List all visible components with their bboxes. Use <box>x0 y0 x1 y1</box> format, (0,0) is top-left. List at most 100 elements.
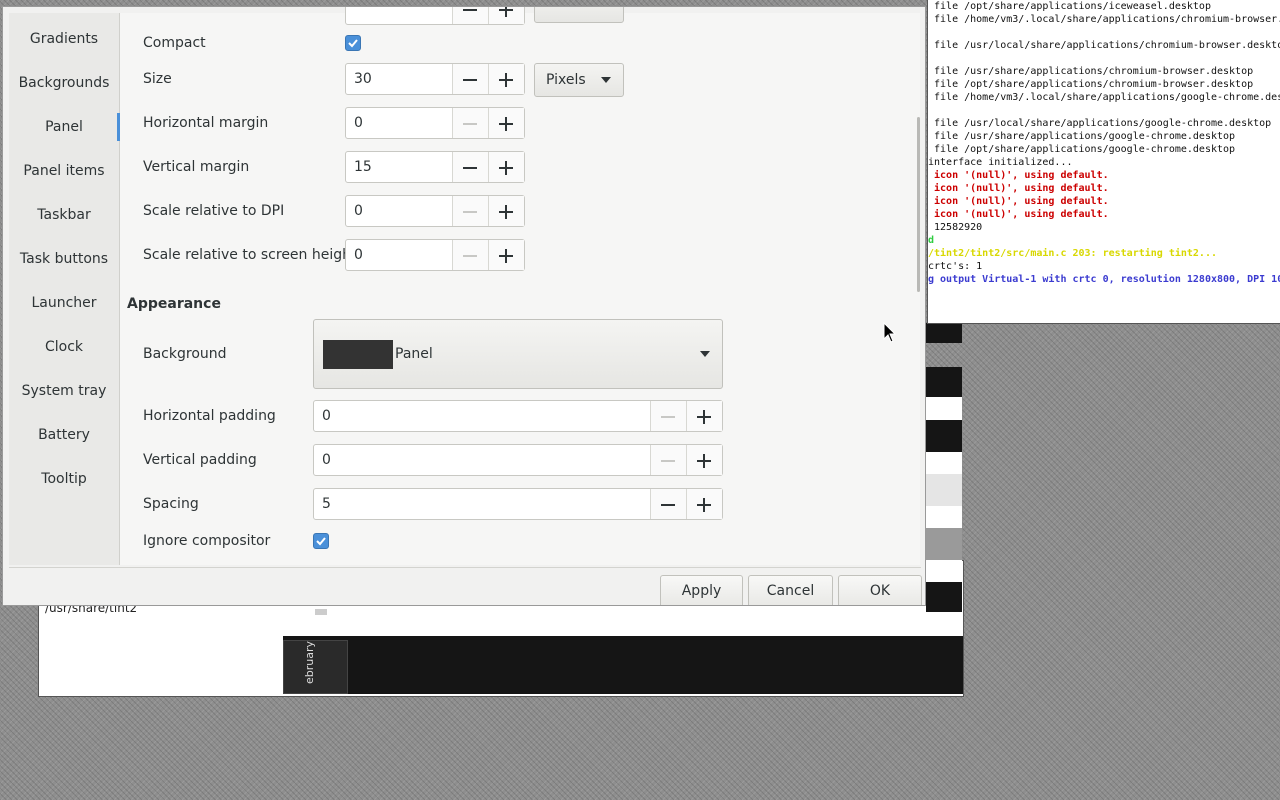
vertical-padding-spin-field[interactable]: 0 <box>313 444 723 476</box>
terminal-line: crtc's: 1 <box>928 261 983 272</box>
scale-dpi-decrement-button[interactable] <box>452 196 488 226</box>
size-decrement-button[interactable] <box>452 64 488 94</box>
settings-sidebar: Gradients Backgrounds Panel Panel items Task… <box>9 13 120 565</box>
sidebar-item-task-buttons[interactable]: Task buttons <box>9 237 119 281</box>
horizontal-padding-decrement-button[interactable] <box>650 401 686 431</box>
scale-dpi-label: Scale relative to DPI <box>143 203 285 219</box>
terminal-line: icon '(null)', using default. <box>928 183 1109 194</box>
vertical-padding-increment-button[interactable] <box>686 445 722 475</box>
horizontal-margin-spin-field[interactable]: 0 <box>345 107 525 139</box>
spacing-value[interactable]: 5 <box>314 489 650 519</box>
sidebar-item-system-tray[interactable]: System tray <box>9 369 119 413</box>
vertical-margin-spin-field[interactable]: 15 <box>345 151 525 183</box>
sidebar-item-clock[interactable]: Clock <box>9 325 119 369</box>
scale-dpi-increment-button[interactable] <box>488 196 524 226</box>
chevron-down-icon <box>700 351 710 357</box>
settings-content <box>120 13 920 565</box>
background-stripe <box>926 452 962 474</box>
vertical-padding-value[interactable]: 0 <box>314 445 650 475</box>
size-unit-value: Pixels <box>546 72 586 88</box>
terminal-line: g output Virtual-1 with crtc 0, resoluti… <box>928 274 1280 285</box>
background-label: Background <box>143 346 227 362</box>
sidebar-item-tooltip[interactable]: Tooltip <box>9 457 119 501</box>
background-stripe <box>926 367 962 397</box>
ignore-compositor-label: Ignore compositor <box>143 533 271 549</box>
terminal-line: file /usr/share/applications/google-chro… <box>928 131 1236 142</box>
size-unit-dropdown[interactable]: Pixels <box>534 63 624 97</box>
terminal-line: file /opt/share/applications/iceweasel.d… <box>928 1 1211 12</box>
background-stripe <box>926 474 962 506</box>
scale-screen-value[interactable]: 0 <box>346 240 452 270</box>
terminal-line: file /home/vm3/.local/share/applications… <box>928 92 1280 103</box>
appearance-section-title: Appearance <box>127 296 221 312</box>
sidebar-item-backgrounds[interactable]: Backgrounds <box>9 61 119 105</box>
size-label: Size <box>143 71 172 87</box>
sidebar-item-battery[interactable]: Battery <box>9 413 119 457</box>
panel-preview: ebruary <box>283 636 963 694</box>
terminal-line: icon '(null)', using default. <box>928 170 1109 181</box>
background-dropdown[interactable]: Panel <box>313 319 723 389</box>
cutoff-spin-field[interactable] <box>345 7 525 25</box>
terminal-line: d <box>928 235 935 246</box>
chevron-down-icon <box>601 77 611 83</box>
vertical-padding-decrement-button[interactable] <box>650 445 686 475</box>
background-stripe <box>926 582 962 612</box>
sidebar-item-gradients[interactable]: Gradients <box>9 17 119 61</box>
terminal-line: icon '(null)', using default. <box>928 209 1109 220</box>
horizontal-padding-increment-button[interactable] <box>686 401 722 431</box>
size-spin-field[interactable]: 30 <box>345 63 525 95</box>
horizontal-padding-value[interactable]: 0 <box>314 401 650 431</box>
terminal-line: file /usr/local/share/applications/googl… <box>928 118 1272 129</box>
scale-screen-increment-button[interactable] <box>488 240 524 270</box>
spacing-label: Spacing <box>143 496 199 512</box>
sidebar-item-panel[interactable]: Panel <box>9 105 120 149</box>
tint2-settings-dialog: Gradients Backgrounds Panel Panel items Task… <box>2 6 926 606</box>
vertical-margin-label: Vertical margin <box>143 159 250 175</box>
background-stripe <box>926 560 962 582</box>
scale-screen-decrement-button[interactable] <box>452 240 488 270</box>
vertical-margin-increment-button[interactable] <box>488 152 524 182</box>
horizontal-padding-spin-field[interactable]: 0 <box>313 400 723 432</box>
terminal-line: file /usr/share/applications/chromium-br… <box>928 66 1254 77</box>
background-value: Panel <box>395 346 433 362</box>
scale-dpi-spin-field[interactable]: 0 <box>345 195 525 227</box>
horizontal-margin-value[interactable]: 0 <box>346 108 452 138</box>
ok-button[interactable]: OK <box>838 575 922 605</box>
spacing-decrement-button[interactable] <box>650 489 686 519</box>
background-stripe <box>926 323 962 343</box>
background-stripe <box>926 528 962 560</box>
background-stripe <box>926 397 962 420</box>
cutoff-dropdown[interactable] <box>534 7 624 23</box>
vertical-margin-value[interactable]: 15 <box>346 152 452 182</box>
compact-checkbox[interactable] <box>345 35 361 51</box>
ignore-compositor-checkbox[interactable] <box>313 533 329 549</box>
terminal-line: interface initialized... <box>928 157 1073 168</box>
spacing-increment-button[interactable] <box>686 489 722 519</box>
apply-button[interactable]: Apply <box>660 575 743 605</box>
vertical-margin-decrement-button[interactable] <box>452 152 488 182</box>
scale-screen-spin-field[interactable]: 0 <box>345 239 525 271</box>
scale-screen-label: Scale relative to screen height <box>143 247 357 263</box>
horizontal-margin-label: Horizontal margin <box>143 115 269 131</box>
vertical-padding-label: Vertical padding <box>143 452 257 468</box>
horizontal-margin-increment-button[interactable] <box>488 108 524 138</box>
sidebar-item-panel-items[interactable]: Panel items <box>9 149 119 193</box>
size-value[interactable]: 30 <box>346 64 452 94</box>
horizontal-padding-label: Horizontal padding <box>143 408 276 424</box>
sidebar-item-taskbar[interactable]: Taskbar <box>9 193 119 237</box>
background-stripe <box>926 420 962 452</box>
terminal-line: file /usr/local/share/applications/chrom… <box>928 40 1280 51</box>
content-scrollbar[interactable] <box>917 117 920 292</box>
mouse-cursor-icon <box>883 322 897 343</box>
spacing-spin-field[interactable]: 5 <box>313 488 723 520</box>
scale-dpi-value[interactable]: 0 <box>346 196 452 226</box>
size-increment-button[interactable] <box>488 64 524 94</box>
horizontal-margin-decrement-button[interactable] <box>452 108 488 138</box>
window-fragment <box>315 609 327 615</box>
sidebar-item-launcher[interactable]: Launcher <box>9 281 119 325</box>
terminal-window[interactable]: file /opt/share/applications/iceweasel.d… <box>927 0 1280 324</box>
terminal-line: file /opt/share/applications/chromium-br… <box>928 79 1254 90</box>
cancel-button[interactable]: Cancel <box>748 575 833 605</box>
